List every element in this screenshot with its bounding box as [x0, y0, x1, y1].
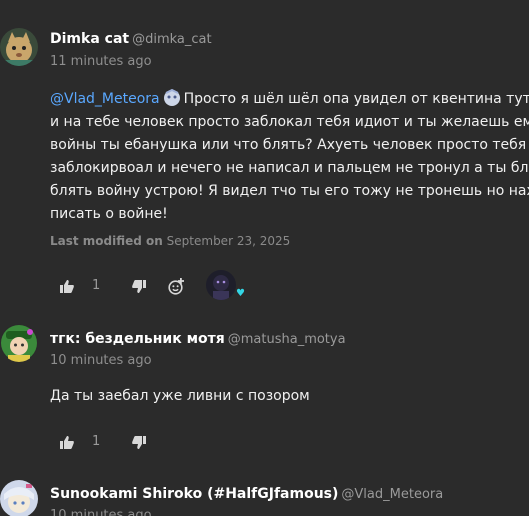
author-line: Sunookami Shiroko (#HalfGJfamous) @Vlad_M…	[50, 486, 443, 502]
author-name[interactable]: Sunookami Shiroko (#HalfGJfamous)	[50, 486, 338, 502]
timestamp[interactable]: 10 minutes ago	[50, 508, 152, 516]
comment-feed: Dimka cat @dimka_cat 11 minutes ago @Vlad…	[0, 0, 529, 516]
author-handle[interactable]: @Vlad_Meteora	[341, 487, 443, 502]
comment-post: Sunookami Shiroko (#HalfGJfamous) @Vlad_M…	[0, 0, 529, 516]
avatar[interactable]	[0, 480, 38, 516]
